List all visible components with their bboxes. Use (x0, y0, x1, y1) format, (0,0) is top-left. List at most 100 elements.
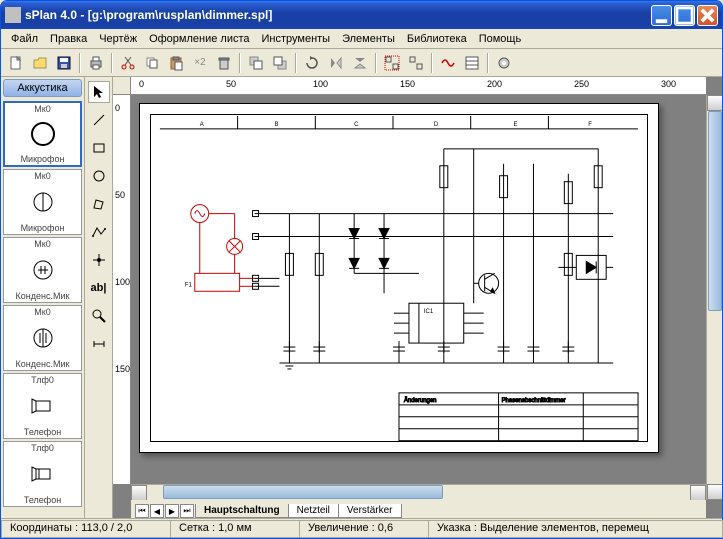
menu-elements[interactable]: Элементы (336, 31, 401, 47)
phone-symbol-icon (4, 454, 81, 494)
library-item-ref: Мк0 (5, 103, 80, 115)
phone-symbol-icon (4, 386, 81, 426)
library-item-name: Микрофон (5, 153, 80, 165)
ruler-horizontal: 0 50 100 150 200 250 300 (131, 77, 706, 95)
new-button[interactable] (5, 52, 27, 74)
tab-nav-first[interactable]: ⏮ (135, 504, 149, 518)
front-button[interactable] (245, 52, 267, 74)
settings-button[interactable] (493, 52, 515, 74)
rect-tool[interactable] (88, 137, 110, 159)
condenser-mic-symbol-icon (4, 250, 81, 290)
back-button[interactable] (269, 52, 291, 74)
delete-button[interactable] (213, 52, 235, 74)
polygon-tool[interactable] (88, 193, 110, 215)
library-item-name: Конденс.Мик (4, 358, 81, 370)
canvas[interactable]: ABCDEF F1 (131, 95, 722, 500)
rotate-button[interactable] (301, 52, 323, 74)
status-grid: Сетка : 1,0 мм (170, 520, 300, 538)
statusbar: Координаты : 113,0 / 2,0 Сетка : 1,0 мм … (1, 518, 722, 538)
snap-button[interactable] (437, 52, 459, 74)
svg-text:A: A (200, 122, 204, 128)
print-button[interactable] (85, 52, 107, 74)
ruler-corner (113, 77, 131, 95)
copy-button[interactable] (141, 52, 163, 74)
duplicate-button[interactable]: ×2 (189, 52, 211, 74)
sheet-tabs: ⏮ ◀ ▶ ⏭ Hauptschaltung Netzteil Verstärk… (131, 500, 706, 518)
measure-tool[interactable] (88, 333, 110, 355)
mirror-h-button[interactable] (325, 52, 347, 74)
tab-nav-next[interactable]: ▶ (165, 504, 179, 518)
library-item[interactable]: Мк0 Конденс.Мик (3, 305, 82, 371)
library-item-name: Телефон (4, 494, 81, 506)
minimize-button[interactable] (651, 5, 672, 26)
mirror-v-button[interactable] (349, 52, 371, 74)
microphone-symbol-icon (4, 182, 81, 222)
svg-text:F: F (588, 122, 592, 128)
library-item-name: Конденс.Мик (4, 290, 81, 302)
svg-text:Änderungen: Änderungen (404, 397, 437, 404)
menu-file[interactable]: Файл (5, 31, 44, 47)
maximize-button[interactable] (674, 5, 695, 26)
library-item-ref: Мк0 (4, 170, 81, 182)
circle-tool[interactable] (88, 165, 110, 187)
polyline-tool[interactable] (88, 221, 110, 243)
open-button[interactable] (29, 52, 51, 74)
sheet-tab[interactable]: Hauptschaltung (195, 504, 289, 518)
paste-button[interactable] (165, 52, 187, 74)
save-button[interactable] (53, 52, 75, 74)
status-hint: Указка : Выделение элементов, перемещ (428, 520, 723, 538)
toolbox: ab| (85, 77, 113, 518)
window-title: sPlan 4.0 - [g:\program\rusplan\dimmer.s… (25, 8, 651, 22)
cut-button[interactable] (117, 52, 139, 74)
scrollbar-vertical[interactable] (706, 95, 722, 500)
tab-nav-prev[interactable]: ◀ (150, 504, 164, 518)
text-tool[interactable]: ab| (88, 277, 110, 299)
toolbar: ×2 (1, 49, 722, 77)
line-tool[interactable] (88, 109, 110, 131)
library-item-name: Микрофон (4, 222, 81, 234)
svg-text:F1: F1 (185, 282, 193, 288)
menubar: Файл Правка Чертёж Оформление листа Инст… (1, 29, 722, 49)
svg-text:C: C (354, 122, 359, 128)
library-item-ref: Мк0 (4, 306, 81, 318)
microphone-symbol-icon (5, 115, 80, 153)
menu-pagelayout[interactable]: Оформление листа (143, 31, 255, 47)
zoom-tool[interactable] (88, 305, 110, 327)
scroll-up-icon[interactable] (707, 95, 722, 111)
library-category-tab[interactable]: Аккустика (3, 79, 82, 97)
scroll-down-icon[interactable] (707, 484, 722, 500)
scroll-thumb-h[interactable] (163, 485, 443, 499)
library-item[interactable]: Мк0 Конденс.Мик (3, 237, 82, 303)
titlebar[interactable]: sPlan 4.0 - [g:\program\rusplan\dimmer.s… (1, 1, 722, 29)
tab-nav-last[interactable]: ⏭ (180, 504, 194, 518)
library-item[interactable]: Тлф0 Телефон (3, 441, 82, 507)
canvas-area: 0 50 100 150 200 250 300 0 50 100 150 (113, 77, 722, 518)
sheet-tab[interactable]: Verstärker (338, 504, 402, 518)
schematic-drawing: ABCDEF F1 (140, 104, 658, 453)
library-item[interactable]: Мк0 Микрофон (3, 101, 82, 167)
scroll-right-icon[interactable] (690, 485, 706, 501)
scrollbar-horizontal[interactable] (131, 484, 706, 500)
pointer-tool[interactable] (88, 81, 110, 103)
drawing-page: ABCDEF F1 (139, 103, 659, 453)
menu-drawing[interactable]: Чертёж (93, 31, 143, 47)
ungroup-button[interactable] (405, 52, 427, 74)
scroll-thumb-v[interactable] (708, 111, 722, 311)
svg-text:D: D (434, 122, 439, 128)
library-item-ref: Мк0 (4, 238, 81, 250)
library-panel: Аккустика Мк0 Микрофон Мк0 Микрофон Мк0 … (1, 77, 85, 518)
library-item[interactable]: Мк0 Микрофон (3, 169, 82, 235)
properties-button[interactable] (461, 52, 483, 74)
library-item[interactable]: Тлф0 Телефон (3, 373, 82, 439)
menu-help[interactable]: Помощь (473, 31, 528, 47)
scroll-left-icon[interactable] (131, 485, 147, 501)
sheet-tab[interactable]: Netzteil (288, 504, 339, 518)
node-tool[interactable] (88, 249, 110, 271)
svg-text:Phasenabschnittdimmer: Phasenabschnittdimmer (502, 398, 566, 404)
group-button[interactable] (381, 52, 403, 74)
menu-tools[interactable]: Инструменты (256, 31, 337, 47)
close-button[interactable] (697, 5, 718, 26)
menu-edit[interactable]: Правка (44, 31, 93, 47)
menu-library[interactable]: Библиотека (401, 31, 473, 47)
condenser-mic-symbol-icon (4, 318, 81, 358)
